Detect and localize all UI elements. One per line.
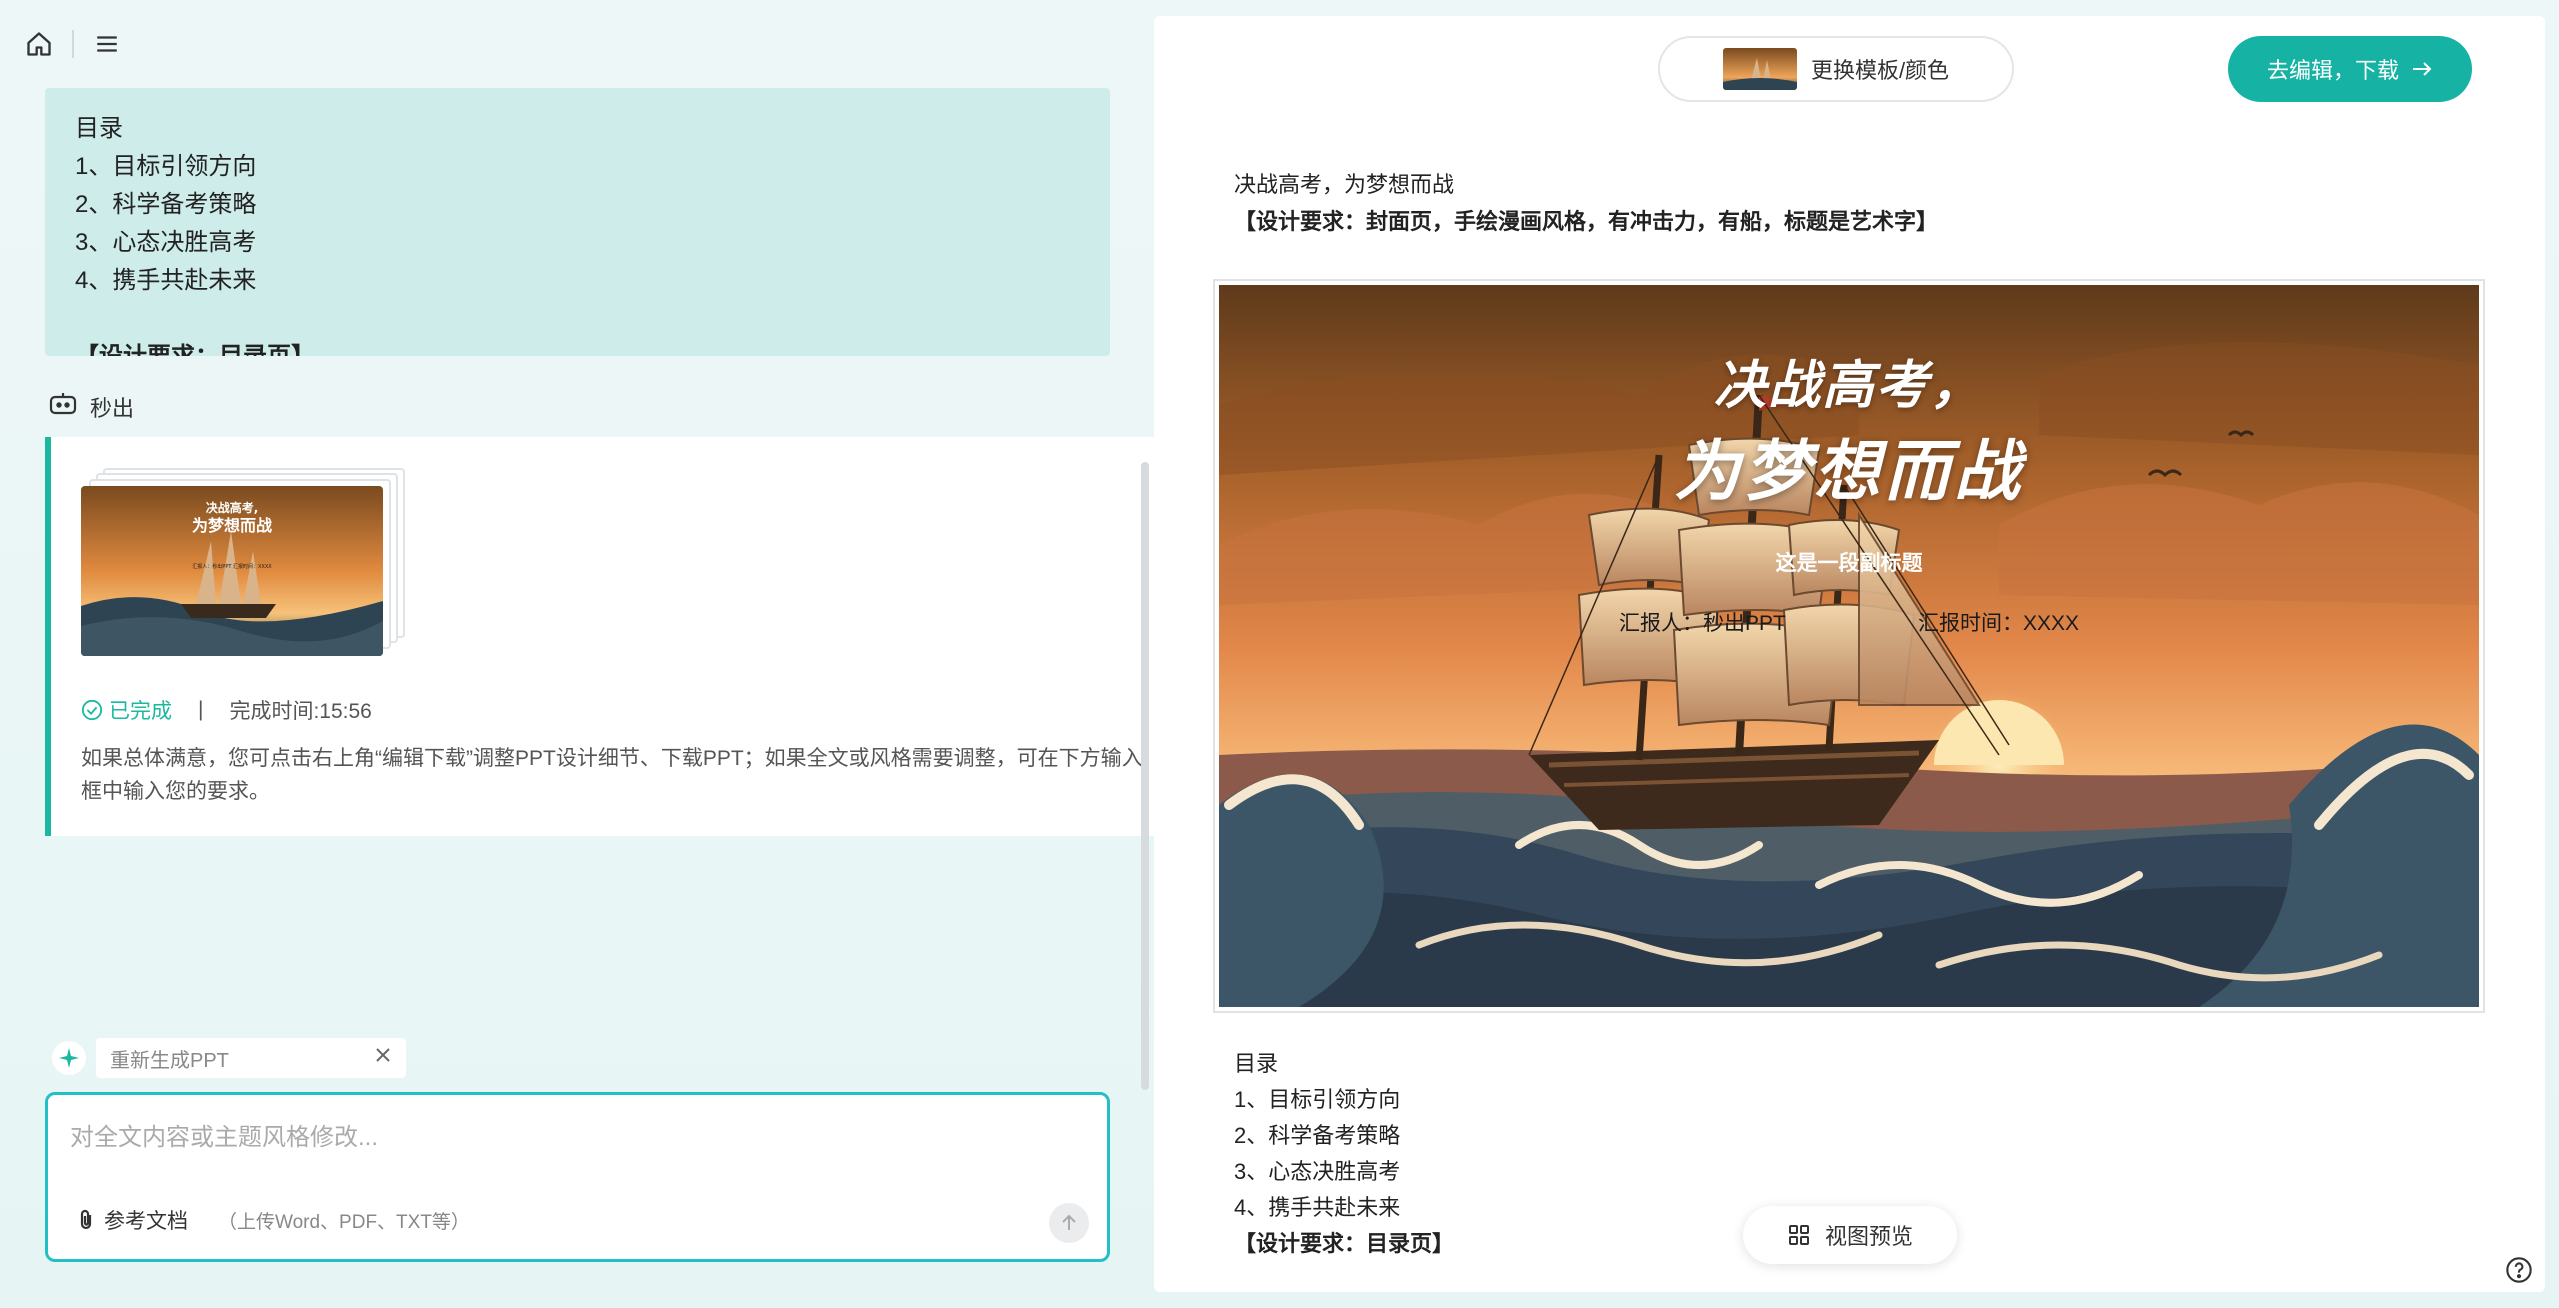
thumb-title2: 为梦想而战	[192, 516, 272, 535]
change-template-label: 更换模板/颜色	[1810, 58, 1950, 83]
toc-item: 4、携手共赴未来	[1234, 1195, 1401, 1220]
result-card: 决战高考, 为梦想而战 汇报人：秒出PPT 汇报时间：XXXX 已完成 | 完成…	[45, 437, 1155, 836]
slide-thumbnail[interactable]: 决战高考, 为梦想而战 汇报人：秒出PPT 汇报时间：XXXX	[81, 486, 383, 656]
arrow-right-icon	[2413, 62, 2432, 76]
completion-time: 完成时间:15:56	[229, 700, 372, 723]
regen-chip: 重新生成PPT	[52, 1038, 406, 1078]
paperclip-icon	[80, 1209, 92, 1230]
result-note: 如果总体满意，您可点击右上角“编辑下载”调整PPT设计细节、下载PPT；如果全文…	[81, 747, 1143, 803]
toc-item: 3、心态决胜高考	[1234, 1159, 1401, 1184]
slide1-caption-title: 决战高考，为梦想而战	[1234, 172, 1455, 197]
slide2-toc-text: 目录 1、目标引领方向 2、科学备考策略 3、心态决胜高考 4、携手共赴未来 【…	[1234, 1046, 1454, 1262]
regen-label: 重新生成PPT	[110, 1049, 229, 1072]
outline-item: 3、心态决胜高考	[75, 229, 257, 256]
toc-requirement: 【设计要求：目录页】	[1234, 1231, 1455, 1256]
close-icon[interactable]	[374, 1046, 392, 1070]
outline-heading: 目录	[75, 115, 123, 142]
preview-panel: 更换模板/颜色 去编辑，下载 决战高考，为梦想而战 【设计要求：封面页，手绘漫画…	[1154, 16, 2545, 1292]
outline-message-card: 目录 1、目标引领方向 2、科学备考策略 3、心态决胜高考 4、携手共赴未来 【…	[45, 88, 1110, 356]
slide-subtitle: 这是一段副标题	[1775, 552, 1923, 575]
slide1-caption: 决战高考，为梦想而战 【设计要求：封面页，手绘漫画风格，有冲击力，有船，标题是艺…	[1234, 166, 1938, 240]
status-row: 已完成 | 完成时间:15:56	[81, 695, 372, 725]
go-edit-label: 去编辑，下载	[2266, 58, 2399, 83]
prompt-input[interactable]	[70, 1117, 1070, 1177]
arrow-up-icon	[1062, 1214, 1076, 1230]
view-preview-label: 视图预览	[1824, 1224, 1913, 1249]
status-separator: |	[198, 698, 204, 721]
source-label-text: 秒出	[90, 396, 135, 421]
topbar-divider	[72, 30, 74, 58]
outline-item: 4、携手共赴未来	[75, 267, 257, 294]
change-template-button[interactable]: 更换模板/颜色	[1658, 36, 2014, 102]
outline-requirement: 【设计要求：目录页】	[75, 338, 1080, 356]
status-done: 已完成	[81, 695, 172, 725]
help-icon[interactable]	[2498, 1249, 2540, 1291]
status-text: 已完成	[109, 700, 172, 723]
source-label: 秒出	[48, 390, 134, 424]
view-preview-button[interactable]: 视图预览	[1743, 1206, 1957, 1264]
send-button[interactable]	[1049, 1203, 1089, 1243]
template-thumbnail	[1722, 48, 1797, 90]
attach-label: 参考文档	[104, 1210, 188, 1233]
cover-slide: 决战高考， 为梦想而战 这是一段副标题 汇报人：秒出PPT 汇报时间：XXXX	[1219, 285, 2479, 1007]
toc-item: 1、目标引领方向	[1234, 1087, 1401, 1112]
left-scrollbar[interactable]	[1141, 462, 1149, 1090]
go-edit-download-button[interactable]: 去编辑，下载	[2228, 36, 2472, 102]
robot-icon	[48, 391, 78, 423]
slide1-frame[interactable]: 决战高考， 为梦想而战 这是一段副标题 汇报人：秒出PPT 汇报时间：XXXX	[1213, 279, 2485, 1013]
slide-reporter: 汇报人：秒出PPT	[1619, 612, 1786, 635]
slide1-requirement: 【设计要求：封面页，手绘漫画风格，有冲击力，有船，标题是艺术字】	[1234, 209, 1939, 234]
attach-hint: （上传Word、PDF、TXT等）	[218, 1212, 470, 1233]
slide-thumbnail-stack[interactable]: 决战高考, 为梦想而战 汇报人：秒出PPT 汇报时间：XXXX	[81, 462, 411, 657]
slide-title-line1: 决战高考，	[1713, 357, 1984, 415]
outline-item: 2、科学备考策略	[75, 191, 257, 218]
regen-tag[interactable]: 重新生成PPT	[96, 1038, 406, 1078]
attach-document-button[interactable]: 参考文档	[76, 1205, 188, 1235]
menu-icon[interactable]	[85, 22, 129, 66]
sparkle-icon	[52, 1041, 86, 1075]
grid-icon	[1788, 1225, 1809, 1245]
toc-item: 2、科学备考策略	[1234, 1123, 1401, 1148]
slide-title-line2: 为梦想而战	[1674, 434, 2024, 508]
left-topbar	[0, 0, 1150, 88]
outline-item: 1、目标引领方向	[75, 153, 257, 180]
thumb-meta: 汇报人：秒出PPT 汇报时间：XXXX	[192, 563, 272, 570]
thumb-title1: 决战高考,	[206, 500, 259, 515]
home-icon[interactable]	[17, 22, 61, 66]
prompt-input-box: 参考文档 （上传Word、PDF、TXT等）	[45, 1092, 1110, 1262]
toc-heading: 目录	[1234, 1051, 1279, 1076]
slide-report-time: 汇报时间：XXXX	[1918, 612, 2080, 635]
check-circle-icon	[81, 699, 103, 721]
